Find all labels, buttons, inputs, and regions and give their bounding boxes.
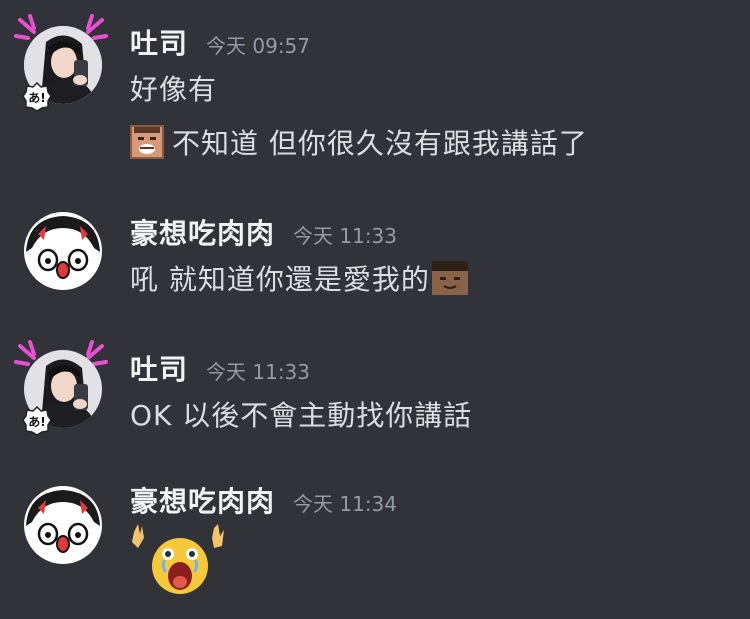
author-name[interactable]: 豪想吃肉肉 [130,212,275,252]
message-text: 好像有 [130,73,218,106]
author-name[interactable]: 吐司 [130,22,188,62]
message-header: 豪想吃肉肉 今天 11:33 [130,212,397,252]
timestamp[interactable]: 今天 09:57 [206,30,310,59]
author-name[interactable]: 吐司 [130,348,188,388]
message-text: 吼 就知道你還是愛我的 [130,258,468,298]
message-text: 不知道 但你很久沒有跟我講話了 [130,122,588,162]
avatar[interactable] [24,486,102,564]
timestamp[interactable]: 今天 11:33 [206,356,310,385]
laughing-face-emoji-icon [130,125,164,159]
smug-face-emoji-icon [431,261,468,295]
message-header: 豪想吃肉肉 今天 11:34 [130,480,397,520]
badge-icon: あ! [22,406,52,436]
svg-text:あ!: あ! [28,415,45,429]
avatar[interactable] [24,212,102,290]
timestamp[interactable]: 今天 11:33 [293,220,397,249]
message-header: 吐司 今天 11:33 [130,348,310,388]
timestamp[interactable]: 今天 11:34 [293,488,397,517]
cartoon-girl-icon [24,212,102,290]
cartoon-girl-icon [24,486,102,564]
badge-icon: あ! [22,82,52,112]
message-header: 吐司 今天 09:57 [130,22,310,62]
message-text: OK 以後不會主動找你講話 [130,399,473,432]
screaming-crying-sticker-icon[interactable] [128,522,226,602]
author-name[interactable]: 豪想吃肉肉 [130,480,275,520]
svg-text:あ!: あ! [28,91,45,105]
